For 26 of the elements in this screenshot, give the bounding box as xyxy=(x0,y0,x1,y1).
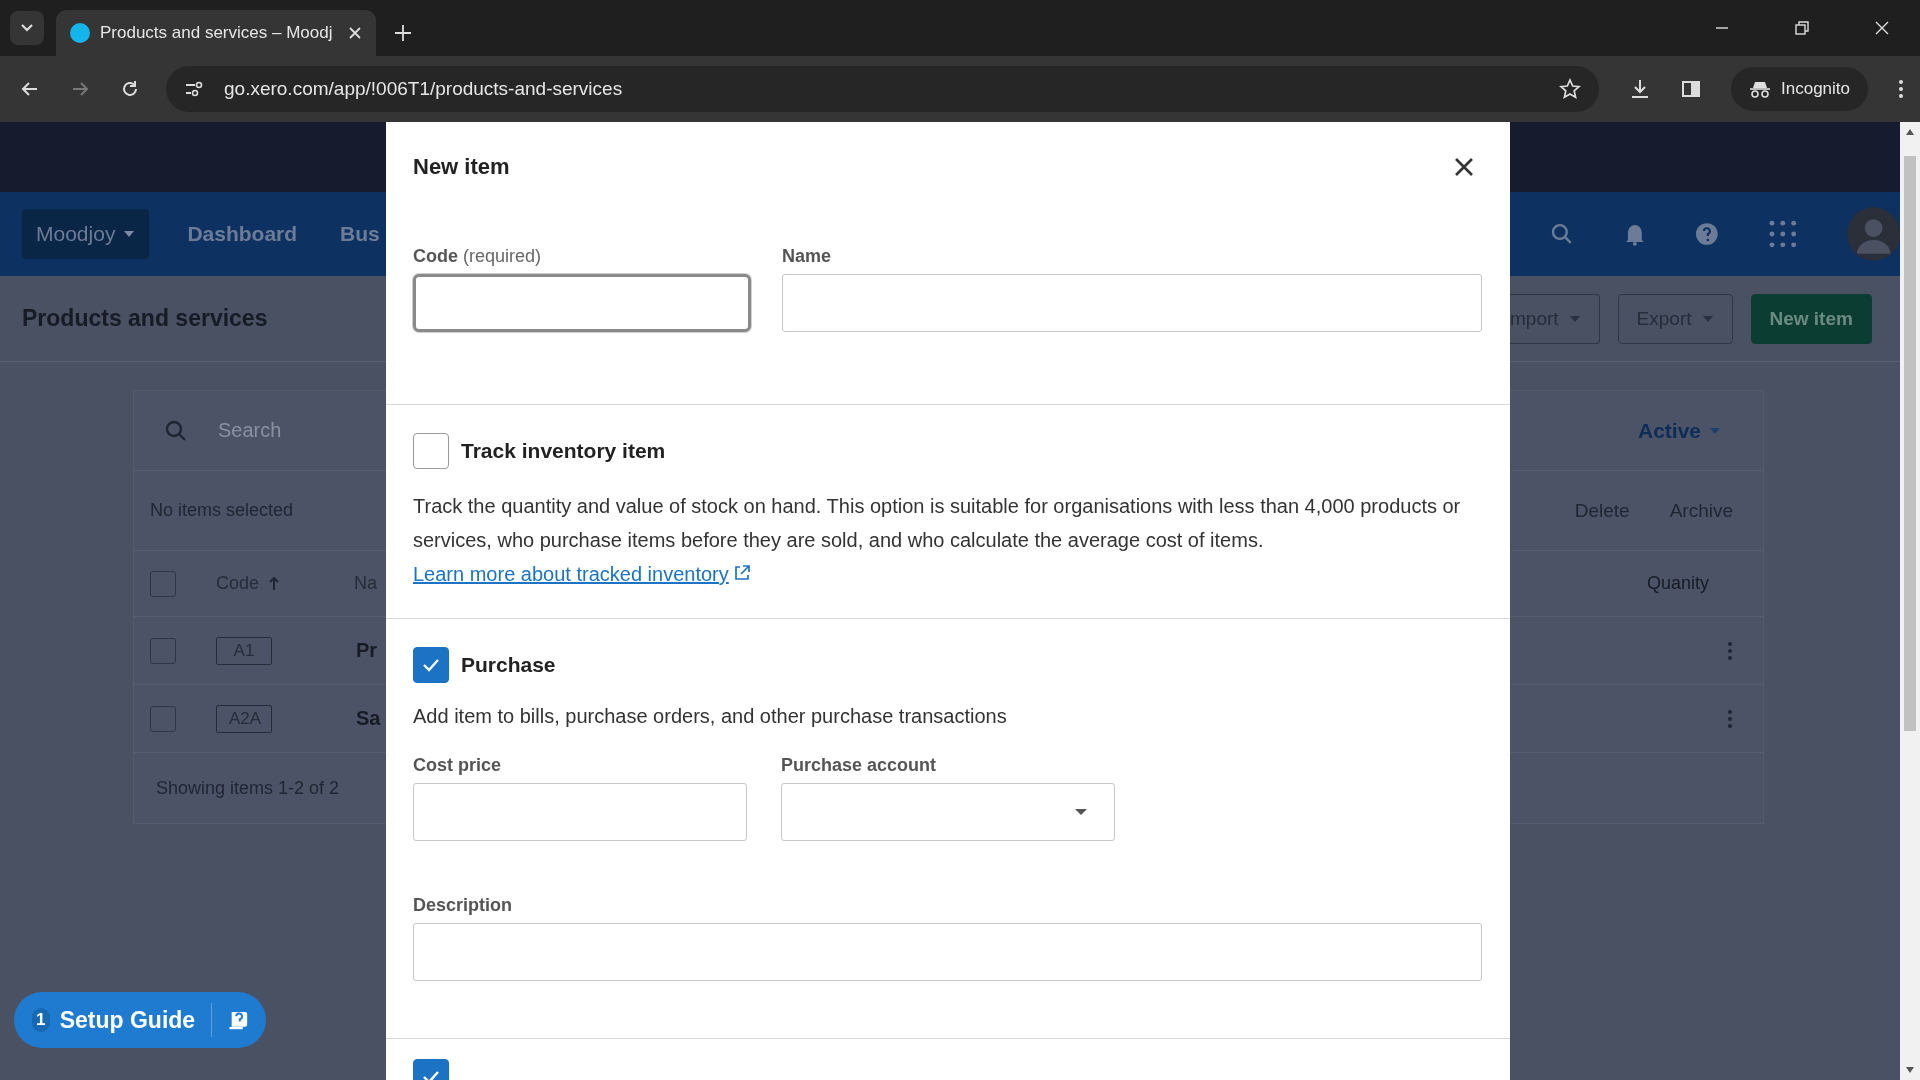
browser-tab[interactable]: Products and services – Moodj xyxy=(56,10,376,56)
status-filter[interactable]: Active xyxy=(1637,418,1721,443)
nav-link[interactable]: Dashboard xyxy=(187,222,298,246)
field-label: Purchase account xyxy=(781,754,938,777)
nav-link[interactable]: Bus xyxy=(340,222,380,246)
new-item-button[interactable]: New item xyxy=(1750,293,1872,344)
field-label: Description xyxy=(413,894,514,917)
step-count-badge: 1 xyxy=(32,1008,50,1032)
checkbox-label: Purchase xyxy=(461,653,556,677)
item-name[interactable]: Pr xyxy=(356,639,378,662)
purchase-description: Add item to bills, purchase orders, and other purchase transactions xyxy=(413,704,1008,729)
item-name[interactable]: Sa xyxy=(356,707,381,730)
checkbox-label: Track inventory item xyxy=(461,439,666,463)
organisation-menu[interactable]: Moodjoy xyxy=(22,209,150,259)
dialog-title: New item xyxy=(413,153,510,181)
address-bar[interactable]: go.xero.com/app/!006T1/products-and-services xyxy=(166,66,1599,112)
incognito-profile-button[interactable]: Incognito xyxy=(1731,67,1868,111)
learn-more-link[interactable]: Learn more about tracked inventory xyxy=(413,563,729,585)
field-label: Name xyxy=(782,245,833,268)
search-field[interactable]: Search xyxy=(218,419,282,442)
page-title: Products and services xyxy=(22,305,268,332)
field-label: Code (required) xyxy=(413,245,543,268)
field-label: Cost price xyxy=(413,754,503,777)
setup-guide-button[interactable]: 1 Setup Guide xyxy=(14,992,266,1048)
inventory-description: Track the quantity and value of stock on hand. This option is suitable for organisations with less than 4,000 products or services, who purchase items before they are sold, and who calculate the average cost of items. Learn more about tracked inventory xyxy=(413,494,1462,587)
column-header[interactable]: Quanity xyxy=(1646,573,1709,594)
